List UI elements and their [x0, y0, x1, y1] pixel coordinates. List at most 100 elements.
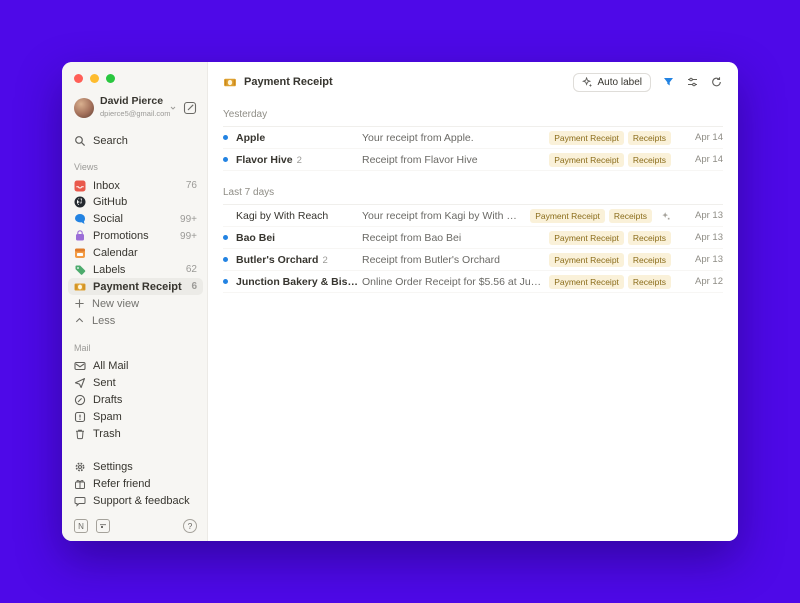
sender-name: Butler's Orchard	[236, 254, 318, 266]
payment-receipt-count: 6	[191, 281, 197, 292]
sidebar-item-payment-receipt[interactable]: Payment Receipt 6	[68, 278, 203, 295]
sparkle-icon	[582, 77, 593, 88]
sender-name: Kagi by With Reach	[236, 210, 328, 222]
sidebar-bottom-bar: N ?	[74, 509, 197, 533]
sidebar-item-calendar[interactable]: Calendar	[74, 245, 197, 262]
display-options-icon[interactable]	[686, 76, 699, 88]
account-switcher[interactable]: David Pierce dpierce5@gmail.com	[74, 96, 197, 119]
sidebar-item-inbox[interactable]: Inbox 76	[74, 177, 197, 194]
sidebar-item-promotions[interactable]: Promotions 99+	[74, 228, 197, 245]
compose-icon[interactable]	[183, 101, 197, 115]
sidebar-item-trash[interactable]: Trash	[74, 425, 197, 442]
sidebar-item-label: Promotions	[93, 230, 149, 242]
sidebar-item-label: Sent	[93, 377, 116, 389]
sidebar-item-refer-friend[interactable]: Refer friend	[74, 475, 197, 492]
tag-receipts[interactable]: Receipts	[609, 209, 652, 223]
label-tags: Payment Receipt Receipts	[549, 275, 671, 289]
email-row-bao-bei[interactable]: Bao Bei Receipt from Bao Bei Payment Rec…	[223, 227, 723, 249]
sidebar-item-labels[interactable]: Labels 62	[74, 261, 197, 278]
calendar-icon	[74, 247, 86, 259]
thread-count: 2	[297, 155, 302, 166]
tag-payment-receipt[interactable]: Payment Receipt	[549, 231, 624, 245]
unread-dot	[223, 279, 228, 284]
email-row-kagi[interactable]: Kagi by With Reach Your receipt from Kag…	[223, 205, 723, 227]
filter-icon[interactable]	[662, 76, 675, 88]
tag-payment-receipt[interactable]: Payment Receipt	[549, 253, 624, 267]
tag-receipts[interactable]: Receipts	[628, 275, 671, 289]
email-row-junction-bakery[interactable]: Junction Bakery & Bistro ... Online Orde…	[223, 271, 723, 293]
promotions-count: 99+	[180, 231, 197, 242]
toolbar: Auto label	[573, 73, 723, 92]
thread-count: 2	[322, 255, 327, 266]
sidebar-item-all-mail[interactable]: All Mail	[74, 358, 197, 375]
spam-icon	[74, 411, 86, 423]
sidebar-item-label: GitHub	[93, 196, 127, 208]
email-date: Apr 13	[679, 254, 723, 265]
email-date: Apr 12	[679, 276, 723, 287]
email-date: Apr 13	[679, 232, 723, 243]
close-window-button[interactable]	[74, 74, 83, 83]
profile-info: David Pierce dpierce5@gmail.com	[100, 96, 163, 119]
minimize-window-button[interactable]	[90, 74, 99, 83]
unread-dot	[223, 257, 228, 262]
email-date: Apr 14	[679, 154, 723, 165]
drafts-icon	[74, 394, 86, 406]
chevron-up-icon	[74, 315, 85, 326]
zoom-window-button[interactable]	[106, 74, 115, 83]
labels-icon	[74, 264, 86, 276]
sender-name: Bao Bei	[236, 232, 275, 244]
sidebar-item-label: Spam	[93, 411, 122, 423]
sidebar-item-spam[interactable]: Spam	[74, 409, 197, 426]
date-group-label: Yesterday	[223, 109, 723, 127]
list-header: Payment Receipt Auto label	[223, 71, 723, 93]
tag-receipts[interactable]: Receipts	[628, 153, 671, 167]
sidebar-item-social[interactable]: Social 99+	[74, 211, 197, 228]
tag-payment-receipt[interactable]: Payment Receipt	[549, 275, 624, 289]
unread-dot	[223, 157, 228, 162]
less-button[interactable]: Less	[74, 312, 197, 329]
trash-icon	[74, 428, 86, 440]
auto-label-button[interactable]: Auto label	[573, 73, 651, 92]
sidebar-item-sent[interactable]: Sent	[74, 375, 197, 392]
new-view-label: New view	[92, 298, 139, 310]
email-snippet: Your receipt from Apple.	[362, 132, 541, 144]
sidebar-item-drafts[interactable]: Drafts	[74, 392, 197, 409]
new-view-button[interactable]: New view	[74, 295, 197, 312]
search-icon	[74, 135, 86, 147]
sidebar-item-support-feedback[interactable]: Support & feedback	[74, 492, 197, 509]
email-row-flavor-hive[interactable]: Flavor Hive2 Receipt from Flavor Hive Pa…	[223, 149, 723, 171]
search-button[interactable]: Search	[74, 133, 197, 148]
notion-icon[interactable]: N	[74, 519, 88, 533]
tag-receipts[interactable]: Receipts	[628, 131, 671, 145]
plus-icon	[74, 298, 85, 309]
labels-count: 62	[186, 264, 197, 275]
tag-payment-receipt[interactable]: Payment Receipt	[549, 153, 624, 167]
mini-calendar-icon[interactable]	[96, 519, 110, 533]
chevron-down-icon	[169, 104, 177, 112]
help-icon[interactable]: ?	[183, 519, 197, 533]
email-snippet: Your receipt from Kagi by With Reach #21…	[362, 210, 522, 222]
sidebar-item-settings[interactable]: Settings	[74, 458, 197, 475]
views-section-label: Views	[74, 162, 197, 172]
email-row-butlers-orchard[interactable]: Butler's Orchard 2 Receipt from Butler's …	[223, 249, 723, 271]
sender-name: Apple	[236, 132, 265, 144]
sent-icon	[74, 377, 86, 389]
sidebar-item-label: Refer friend	[93, 478, 150, 490]
tag-payment-receipt[interactable]: Payment Receipt	[549, 131, 624, 145]
sidebar-item-label: Settings	[93, 461, 133, 473]
tag-receipts[interactable]: Receipts	[628, 253, 671, 267]
inbox-icon	[74, 180, 86, 192]
github-icon	[74, 196, 86, 208]
less-label: Less	[92, 315, 115, 327]
tag-receipts[interactable]: Receipts	[628, 231, 671, 245]
sidebar-item-label: Drafts	[93, 394, 122, 406]
email-snippet: Receipt from Butler's Orchard	[362, 254, 541, 266]
sidebar-item-github[interactable]: GitHub	[74, 194, 197, 211]
refresh-icon[interactable]	[710, 76, 723, 88]
email-row-apple[interactable]: Apple Your receipt from Apple. Payment R…	[223, 127, 723, 149]
feedback-icon	[74, 495, 86, 507]
sidebar-item-label: Labels	[93, 264, 125, 276]
tag-payment-receipt[interactable]: Payment Receipt	[530, 209, 605, 223]
traffic-lights	[74, 74, 197, 83]
mail-app-window: David Pierce dpierce5@gmail.com Search V…	[62, 62, 738, 541]
